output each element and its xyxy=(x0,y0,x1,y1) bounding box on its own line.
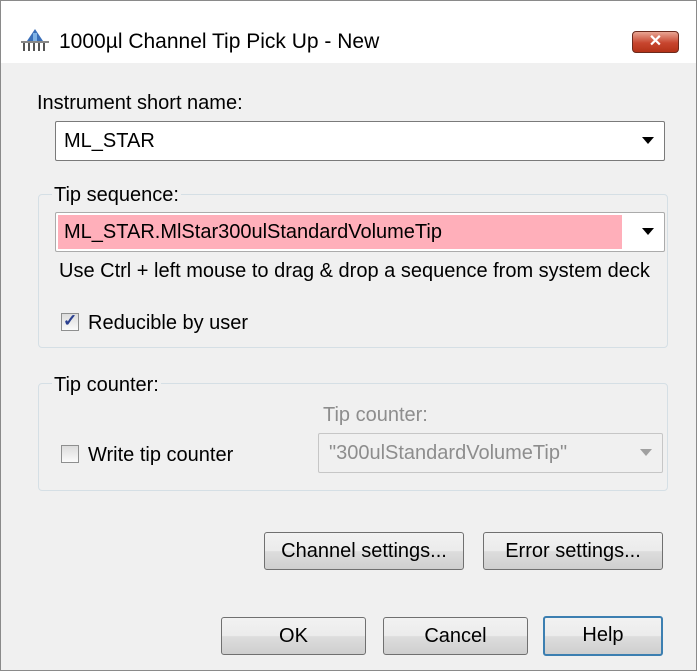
checkmark-icon: ✓ xyxy=(63,311,78,330)
ok-button[interactable]: OK xyxy=(221,617,366,655)
channel-settings-button[interactable]: Channel settings... xyxy=(264,532,464,570)
instrument-select[interactable]: ML_STAR xyxy=(55,121,665,161)
tip-counter-select: "300ulStandardVolumeTip" xyxy=(318,433,663,473)
tip-counter-group-label: Tip counter: xyxy=(52,373,161,397)
chevron-down-icon xyxy=(640,449,652,456)
app-icon xyxy=(19,27,51,53)
tip-counter-value: "300ulStandardVolumeTip" xyxy=(329,442,568,464)
dialog-window: 1000µl Channel Tip Pick Up - New ✕ Instr… xyxy=(0,0,697,671)
reducible-checkbox[interactable]: ✓ xyxy=(61,311,79,331)
tip-sequence-hint: Use Ctrl + left mouse to drag & drop a s… xyxy=(59,260,650,282)
error-settings-button[interactable]: Error settings... xyxy=(483,532,663,570)
write-tip-counter-checkbox[interactable] xyxy=(61,445,79,463)
close-button[interactable]: ✕ xyxy=(632,31,679,53)
close-icon: ✕ xyxy=(648,33,663,50)
tip-sequence-group-label: Tip sequence: xyxy=(52,183,181,207)
window-title: 1000µl Channel Tip Pick Up - New xyxy=(59,30,380,53)
title-bar[interactable]: 1000µl Channel Tip Pick Up - New ✕ xyxy=(1,1,696,63)
help-button[interactable]: Help xyxy=(543,616,663,656)
cancel-button[interactable]: Cancel xyxy=(383,617,528,655)
write-tip-counter-label[interactable]: Write tip counter xyxy=(88,443,233,467)
instrument-label: Instrument short name: xyxy=(37,92,243,114)
chevron-down-icon[interactable] xyxy=(642,137,654,144)
instrument-value: ML_STAR xyxy=(64,130,155,152)
tip-sequence-value[interactable]: ML_STAR.MlStar300ulStandardVolumeTip xyxy=(64,213,442,251)
tip-sequence-select[interactable]: ML_STAR.MlStar300ulStandardVolumeTip xyxy=(55,212,665,252)
reducible-label[interactable]: Reducible by user xyxy=(88,311,248,335)
tip-counter-field-label: Tip counter: xyxy=(323,404,428,426)
chevron-down-icon[interactable] xyxy=(642,228,654,235)
